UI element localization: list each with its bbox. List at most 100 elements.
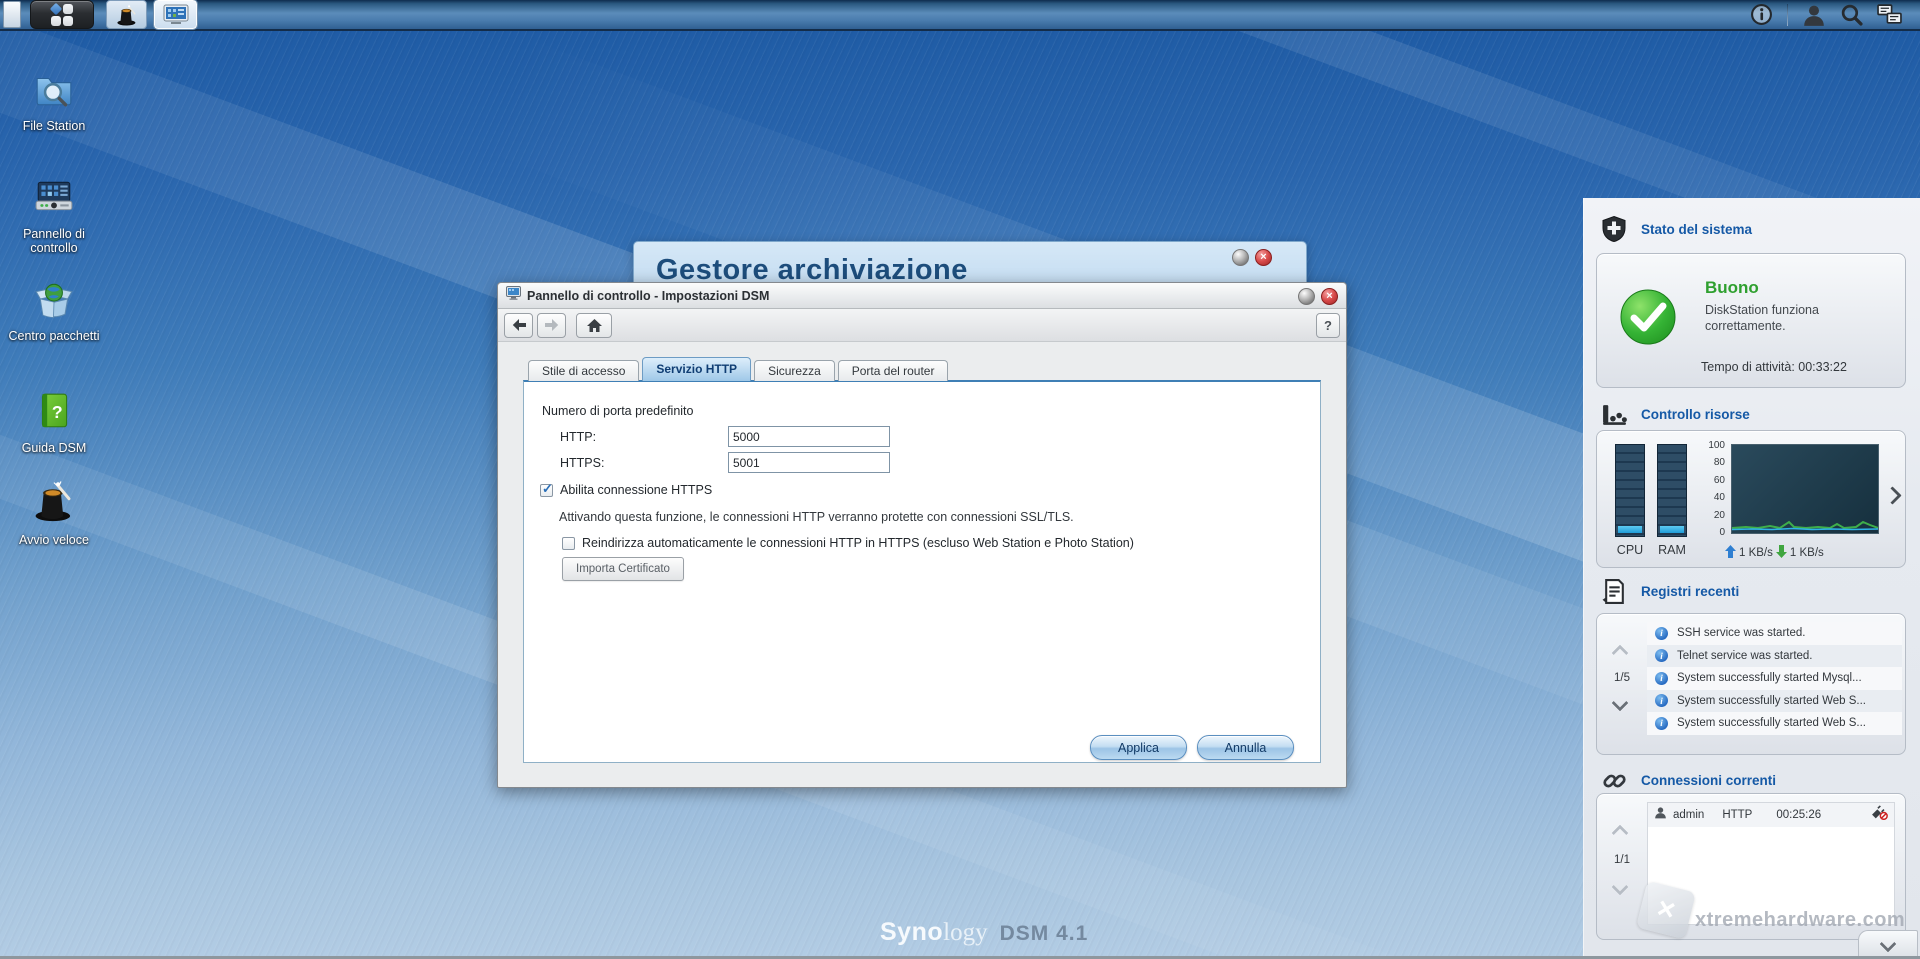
- checkmark-icon: ✓: [542, 482, 553, 495]
- close-icon[interactable]: ×: [1255, 249, 1272, 266]
- recent-logs-title: Registri recenti: [1641, 584, 1739, 599]
- user-icon[interactable]: [1802, 3, 1826, 27]
- http-port-input[interactable]: [728, 426, 890, 447]
- package-center-icon: [33, 278, 75, 325]
- taskbar-quick-start-button[interactable]: [106, 0, 147, 29]
- log-text: Telnet service was started.: [1677, 650, 1813, 662]
- status-value: Buono: [1705, 278, 1759, 298]
- taskbar: [0, 0, 1920, 31]
- cancel-button[interactable]: Annulla: [1197, 735, 1294, 760]
- resource-expand-arrow[interactable]: [1886, 489, 1899, 507]
- pager-down-icon[interactable]: [1614, 696, 1626, 714]
- resource-monitor-title: Controllo risorse: [1641, 407, 1750, 422]
- forward-button[interactable]: [537, 313, 566, 338]
- cpu-label: CPU: [1615, 543, 1645, 557]
- dsm-version: DSM 4.1: [1000, 922, 1089, 946]
- taskbar-right-icons: [1750, 3, 1920, 27]
- desktop-icon-label: Pannello di controllo: [6, 227, 102, 256]
- main-menu-button[interactable]: [30, 0, 94, 29]
- cpu-load-bar: [1618, 526, 1642, 533]
- shield-icon: [1599, 215, 1629, 243]
- log-row: i System successfully started Mysql...: [1647, 667, 1902, 690]
- magic-hat-icon: [31, 478, 77, 529]
- control-panel-icon: [33, 176, 75, 223]
- chevron-down-icon: [1880, 935, 1897, 952]
- ram-load-bar: [1660, 526, 1684, 533]
- logs-page-number: 1/5: [1597, 672, 1647, 684]
- site-logo: ×: [1636, 881, 1696, 940]
- dialog-titlebar[interactable]: Pannello di controllo - Impostazioni DSM…: [498, 283, 1346, 309]
- enable-https-checkbox-checked[interactable]: ✓: [540, 484, 553, 497]
- desktop-icon-quick-start[interactable]: Avvio veloce: [6, 478, 102, 547]
- pager-up-icon[interactable]: [1614, 826, 1626, 844]
- logs-pager: 1/5: [1597, 614, 1647, 754]
- network-traffic: 1 KB/s 1 KB/s: [1725, 545, 1824, 561]
- apply-button[interactable]: Applica: [1090, 735, 1187, 760]
- info-icon[interactable]: [1750, 3, 1773, 26]
- ytick: 60: [1714, 475, 1725, 486]
- back-button[interactable]: [504, 313, 533, 338]
- window-buttons: ×: [1232, 249, 1272, 266]
- log-text: System successfully started Web S...: [1677, 717, 1866, 729]
- enable-https-row: ✓ Abilita connessione HTTPS: [540, 483, 712, 497]
- minimize-button[interactable]: [1298, 288, 1315, 305]
- widget-panel: Stato del sistema Buono DiskStation funz…: [1583, 198, 1920, 959]
- https-note: Attivando questa funzione, le connession…: [559, 510, 1074, 524]
- https-port-input[interactable]: [728, 452, 890, 473]
- disconnect-icon[interactable]: [1871, 805, 1888, 825]
- bar-chart-icon: [1599, 401, 1629, 428]
- desktop-icon-package-center[interactable]: Centro pacchetti: [6, 278, 102, 343]
- search-icon[interactable]: [1840, 3, 1863, 26]
- desktop-icon-label: Avvio veloce: [6, 533, 102, 547]
- ram-meter: [1657, 444, 1687, 537]
- taskbar-divider: [1787, 4, 1788, 26]
- status-ok-icon: [1619, 288, 1677, 351]
- taskbar-control-panel-button-active[interactable]: [154, 0, 197, 29]
- connection-row: admin HTTP 00:25:26: [1648, 803, 1894, 827]
- show-desktop-button[interactable]: [3, 1, 21, 28]
- recent-logs-header: Registri recenti: [1584, 576, 1920, 606]
- tab-security[interactable]: Sicurezza: [754, 360, 835, 381]
- site-watermark: × xtremehardware.com: [1641, 886, 1905, 934]
- redirect-https-row: Reindirizza automaticamente le connessio…: [562, 536, 1134, 550]
- widget-panel-collapse-tab[interactable]: [1858, 930, 1918, 956]
- document-icon: [1599, 578, 1629, 605]
- pager-up-icon[interactable]: [1614, 646, 1626, 664]
- ytick: 40: [1714, 492, 1725, 503]
- desktop-icon-dsm-help[interactable]: ? Guida DSM: [6, 390, 102, 455]
- upload-arrow-icon: [1725, 545, 1736, 561]
- home-button[interactable]: [576, 313, 612, 338]
- http-port-label: HTTP:: [560, 430, 728, 444]
- upload-rate: 1 KB/s: [1739, 547, 1773, 559]
- system-status-header: Stato del sistema: [1584, 214, 1920, 244]
- status-description: DiskStation funziona correttamente.: [1705, 302, 1881, 335]
- dsm-settings-dialog: Pannello di controllo - Impostazioni DSM…: [497, 282, 1347, 788]
- tab-http-service[interactable]: Servizio HTTP: [642, 357, 751, 381]
- section-title: Numero di porta predefinito: [542, 404, 693, 418]
- info-icon: i: [1655, 672, 1668, 685]
- control-panel-window-icon: [163, 4, 189, 26]
- minimize-button[interactable]: [1232, 249, 1249, 266]
- redirect-https-checkbox-unchecked[interactable]: [562, 537, 575, 550]
- import-certificate-button[interactable]: Importa Certificato: [562, 557, 684, 581]
- desktop-icon-control-panel[interactable]: Pannello di controllo: [6, 176, 102, 256]
- tab-access-style[interactable]: Stile di accesso: [528, 360, 639, 381]
- dialog-title: Pannello di controllo - Impostazioni DSM: [527, 289, 769, 303]
- desktop-icon-label: Guida DSM: [6, 441, 102, 455]
- window-buttons: ×: [1298, 288, 1338, 305]
- main-menu-icon: [51, 4, 73, 26]
- system-status-title: Stato del sistema: [1641, 222, 1752, 237]
- connections-page-number: 1/1: [1597, 854, 1647, 866]
- help-button[interactable]: ?: [1316, 313, 1340, 338]
- pilot-view-icon[interactable]: [1877, 4, 1902, 25]
- desktop-icon-file-station[interactable]: File Station: [6, 68, 102, 133]
- log-text: System successfully started Web S...: [1677, 695, 1866, 707]
- connection-user: admin: [1673, 809, 1704, 821]
- magic-hat-icon: [115, 3, 139, 27]
- pager-down-icon[interactable]: [1614, 880, 1626, 898]
- tab-router-port[interactable]: Porta del router: [838, 360, 949, 381]
- dialog-tabs: Stile di accesso Servizio HTTP Sicurezza…: [528, 358, 951, 381]
- close-icon[interactable]: ×: [1321, 288, 1338, 305]
- ytick: 20: [1714, 510, 1725, 521]
- svg-text:?: ?: [52, 402, 63, 422]
